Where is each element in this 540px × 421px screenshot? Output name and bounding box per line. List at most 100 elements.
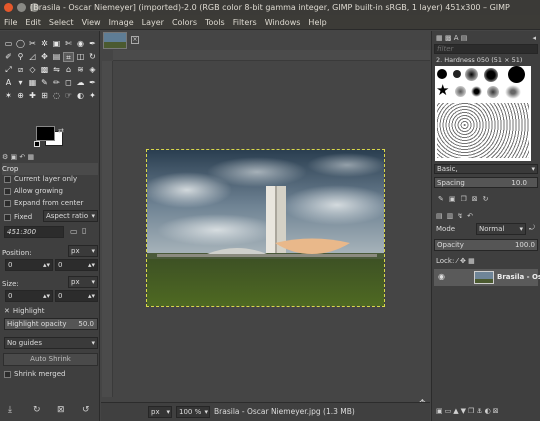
perspective-tool-icon[interactable]: ◇ [27,65,38,75]
warp-tool-icon[interactable]: ≋ [75,65,86,75]
menu-select[interactable]: Select [45,15,78,30]
menu-edit[interactable]: Edit [21,15,45,30]
menu-file[interactable]: File [0,15,21,30]
spin-icon[interactable]: ▴▾ [43,291,50,301]
brush-item[interactable] [453,70,461,78]
portrait-icon[interactable]: ▯ [82,226,86,235]
select-by-color-tool-icon[interactable]: ▣ [51,39,62,49]
new-layer-group-icon[interactable]: ▭ [445,407,454,415]
auto-shrink-button[interactable]: Auto Shrink [3,353,98,366]
star-brush-icon[interactable]: ★ [436,83,449,98]
landscape-icon[interactable]: ▭ [70,227,78,236]
crop-tool-icon[interactable]: ⌗ [63,52,74,62]
menu-image[interactable]: Image [105,15,138,30]
mypaint-tool-icon[interactable]: ✶ [3,91,14,101]
raise-layer-icon[interactable]: ▲ [453,407,460,415]
brush-item[interactable] [487,86,499,98]
undo-history-tab-icon[interactable]: ↶ [19,153,25,161]
brush-item[interactable] [508,66,525,83]
brush-item[interactable] [437,69,447,79]
brush-item[interactable] [471,86,482,97]
perspective-clone-tool-icon[interactable]: ⊞ [39,91,50,101]
spin-icon[interactable]: ▴▾ [43,260,50,270]
delete-layer-icon[interactable]: ⊠ [493,407,501,415]
undo-tab-icon[interactable]: ↶ [467,212,477,220]
spacing-slider[interactable]: Spacing 10.0 [434,177,538,188]
brush-grid[interactable]: ★ [435,66,531,161]
allow-growing-option[interactable]: Allow growing [2,185,98,197]
layer-opacity-slider[interactable]: Opacity 100.0 [434,239,538,251]
unit-select[interactable]: px ▾ [148,406,172,418]
clone-tool-icon[interactable]: ⊕ [15,91,26,101]
brush-item[interactable] [465,68,478,81]
restore-options-icon[interactable]: ↻ [33,405,41,415]
lock-pixels-icon[interactable]: ⁄ [457,257,458,265]
new-layer-icon[interactable]: ▣ [436,407,445,415]
layer-mask-icon[interactable]: ◐ [485,407,493,415]
zoom-select[interactable]: 100 % ▾ [176,406,210,418]
position-x-input[interactable]: 0 ▴▾ [5,259,53,271]
refresh-brushes-icon[interactable]: ↻ [483,195,494,203]
highlight-option[interactable]: ✕ Highlight [2,305,98,317]
brushes-tab-icon[interactable]: ▦ [436,34,443,42]
menu-colors[interactable]: Colors [168,15,201,30]
color-picker-tool-icon[interactable]: ✐ [3,52,14,62]
paintbrush-tool-icon[interactable]: ✏ [51,78,62,88]
expand-from-center-option[interactable]: Expand from center [2,197,98,209]
default-colors-icon[interactable] [34,141,40,147]
brush-filter-input[interactable]: filter [434,44,538,54]
image-tab[interactable] [103,32,127,49]
move-tool-icon[interactable]: ✥ [39,52,50,62]
flip-tool-icon[interactable]: ⇋ [51,65,62,75]
fixed-checkbox[interactable] [4,213,11,221]
menu-windows[interactable]: Windows [261,15,305,30]
expand-from-center-checkbox[interactable] [4,199,11,207]
bucket-fill-tool-icon[interactable]: ▾ [15,78,26,88]
scale-tool-icon[interactable]: ⤢ [3,65,14,75]
menu-view[interactable]: View [78,15,105,30]
menu-filters[interactable]: Filters [229,15,261,30]
pencil-tool-icon[interactable]: ✎ [39,78,50,88]
ellipse-select-tool-icon[interactable]: ◯ [15,39,26,49]
layer-row[interactable]: ◉ Brasila - Osca [434,269,540,286]
gradient-tool-icon[interactable]: ▦ [27,78,38,88]
brush-item[interactable] [455,86,466,97]
size-height-input[interactable]: 0 ▴▾ [55,290,98,302]
allow-growing-checkbox[interactable] [4,187,11,195]
aspect-ratio-input[interactable]: 451:300 [4,226,64,238]
current-layer-only-checkbox[interactable] [4,175,11,183]
swap-colors-icon[interactable]: ⇄ [58,127,64,135]
rect-select-tool-icon[interactable]: ▭ [3,39,14,49]
foreground-select-tool-icon[interactable]: ◉ [75,39,86,49]
ink-tool-icon[interactable]: ✒ [87,78,98,88]
menu-tools[interactable]: Tools [201,15,229,30]
text-tool-icon[interactable]: A [3,78,14,88]
save-options-icon[interactable]: ⤓ [8,405,12,415]
layer-mode-select[interactable]: Normal ▾ [476,223,526,235]
3d-transform-tool-icon[interactable]: ▩ [39,65,50,75]
dock-menu-icon[interactable]: ◂ [532,33,536,43]
reset-options-icon[interactable]: ↺ [82,405,90,415]
free-select-tool-icon[interactable]: ✂ [27,39,38,49]
shrink-merged-checkbox[interactable] [4,370,11,378]
brush-item[interactable] [484,68,498,82]
heal-tool-icon[interactable]: ✚ [27,91,38,101]
eye-icon[interactable]: ◉ [438,272,445,281]
brush-preset-select[interactable]: Basic, ▾ [434,164,538,174]
eraser-tool-icon[interactable]: ◻ [63,78,74,88]
seamless-clone-tool-icon[interactable]: ✦ [87,91,98,101]
menu-help[interactable]: Help [304,15,330,30]
shrink-merged-option[interactable]: Shrink merged [2,368,98,380]
spin-icon[interactable]: ▴▾ [88,260,95,270]
dodge-tool-icon[interactable]: ◐ [75,91,86,101]
document-history-tab-icon[interactable]: ▤ [461,34,468,42]
device-status-tab-icon[interactable]: ▣ [11,153,18,161]
highlight-opacity-slider[interactable]: Highlight opacity 50.0 [4,318,98,330]
measure-tool-icon[interactable]: ◿ [27,52,38,62]
align-tool-icon[interactable]: ▤ [51,52,62,62]
unified-transform-tool-icon[interactable]: ◫ [75,52,86,62]
highlight-checked-icon[interactable]: ✕ [4,307,10,315]
brush-item[interactable] [505,85,521,99]
fuzzy-select-tool-icon[interactable]: ✲ [39,39,50,49]
close-tab-icon[interactable]: × [131,36,139,44]
